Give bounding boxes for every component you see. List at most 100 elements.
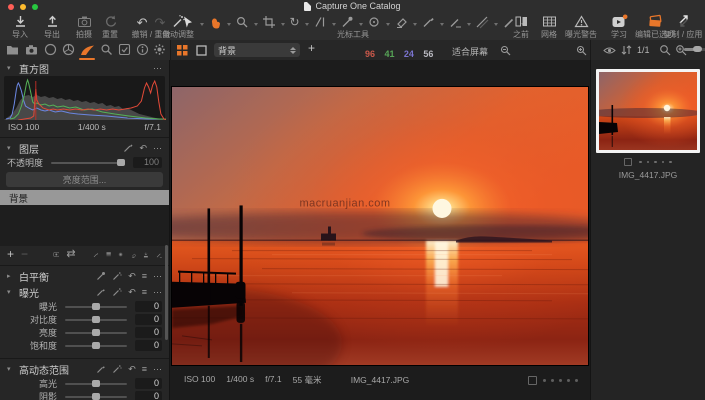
eyedropper-tool[interactable]: [340, 15, 354, 29]
hdr-reset-icon[interactable]: ↶: [128, 365, 136, 374]
wb-presets-icon[interactable]: ≡: [142, 272, 147, 281]
exposure-header[interactable]: ▾ 曝光 ↶ ≡ ···: [0, 284, 169, 300]
zoom-in-icon[interactable]: [576, 45, 587, 56]
reset-button[interactable]: 重置: [96, 14, 124, 39]
capture-button[interactable]: 拍摄: [70, 14, 98, 39]
opacity-value[interactable]: 100: [133, 157, 162, 168]
hdr-brush-icon[interactable]: [96, 364, 106, 374]
exposure-more-icon[interactable]: ···: [153, 288, 162, 297]
export-button[interactable]: 导出: [38, 14, 66, 39]
exposure-slider-handle[interactable]: [92, 303, 100, 310]
layers-brush-icon[interactable]: [123, 143, 133, 153]
single-view-icon[interactable]: [196, 45, 207, 56]
opacity-slider-handle[interactable]: [117, 159, 125, 166]
brightness-slider[interactable]: [65, 332, 127, 334]
thumbnail-star-rating[interactable]: [639, 161, 672, 164]
before-after-button[interactable]: 之前: [508, 14, 534, 39]
layer-row-background[interactable]: 背景: [0, 190, 169, 205]
rotate-tool[interactable]: ↻: [289, 16, 299, 29]
crop-tool-caret[interactable]: [281, 23, 285, 26]
tab-details-loupe-icon[interactable]: [100, 43, 113, 56]
exposure-auto-icon[interactable]: [112, 287, 122, 297]
layers-collapse-icon[interactable]: ▾: [7, 144, 14, 152]
histogram-header[interactable]: ▾ 直方图 ···: [0, 60, 169, 76]
hdr-collapse-icon[interactable]: ▾: [7, 365, 14, 373]
exposure-warning-button[interactable]: 曝光警告: [560, 14, 602, 39]
add-layer-button[interactable]: +: [7, 248, 14, 261]
rotate-tool-caret[interactable]: [305, 23, 309, 26]
spot-removal-tool[interactable]: [367, 15, 381, 29]
zoom-out-icon[interactable]: [500, 45, 511, 56]
brightness-slider-handle[interactable]: [92, 329, 100, 336]
wb-more-icon[interactable]: ···: [153, 272, 162, 281]
tab-library-folder-icon[interactable]: [6, 44, 19, 56]
loupe-tool-caret[interactable]: [254, 23, 258, 26]
shadows-value[interactable]: 0: [135, 391, 162, 400]
layers-header[interactable]: ▾ 图层 ↶ ···: [0, 140, 169, 156]
draw-mask-icon[interactable]: [93, 249, 99, 261]
photo-image[interactable]: macruanjian.com: [172, 87, 588, 365]
highlights-value[interactable]: 0: [135, 378, 162, 389]
multi-view-icon[interactable]: [177, 45, 188, 56]
fill-mask-icon[interactable]: [143, 249, 149, 261]
erase-mask-icon[interactable]: [131, 249, 137, 261]
highlights-slider[interactable]: [65, 383, 127, 385]
gradient-mask-tool-caret[interactable]: [494, 23, 498, 26]
hdr-more-icon[interactable]: ···: [153, 365, 162, 374]
panel-scrollbar[interactable]: [165, 245, 168, 340]
erase-mask-tool[interactable]: [448, 15, 462, 29]
grid-button[interactable]: 网格: [536, 14, 562, 39]
radial-mask-icon[interactable]: [118, 249, 123, 260]
histogram-collapse-icon[interactable]: ▾: [7, 64, 14, 72]
straighten-tool-caret[interactable]: [332, 23, 336, 26]
hdr-header[interactable]: ▾ 高动态范围 ↶ ≡ ···: [0, 361, 169, 377]
learn-button[interactable]: 学习: [606, 14, 632, 39]
copy-apply-button[interactable]: 复制 / 应用: [662, 14, 704, 39]
contrast-slider-handle[interactable]: [92, 316, 100, 323]
shadows-slider[interactable]: [65, 396, 127, 398]
eyedropper-tool-caret[interactable]: [359, 23, 363, 26]
saturation-slider-handle[interactable]: [92, 342, 100, 349]
highlights-slider-handle[interactable]: [92, 380, 100, 387]
browser-search-icon[interactable]: [659, 44, 671, 56]
fit-screen-label[interactable]: 适合屏幕: [452, 45, 488, 58]
erase-mask-tool-caret[interactable]: [467, 23, 471, 26]
contrast-value[interactable]: 0: [135, 314, 162, 325]
thumbnail-selected[interactable]: [596, 69, 700, 153]
exposure-slider[interactable]: [65, 306, 127, 308]
tab-lens-icon[interactable]: [44, 43, 57, 56]
browser-zoom-icon[interactable]: [675, 44, 687, 56]
viewer-layer-select[interactable]: 背景: [214, 43, 300, 57]
draw-mask-tool[interactable]: [421, 15, 435, 29]
straighten-tool[interactable]: [313, 15, 327, 29]
gradient-mask-icon[interactable]: [106, 249, 111, 260]
hdr-presets-icon[interactable]: ≡: [142, 365, 147, 374]
show-mask-icon[interactable]: [53, 249, 60, 260]
tab-adjustments-icon[interactable]: [80, 44, 95, 56]
remove-layer-button[interactable]: −: [21, 248, 28, 261]
saturation-value[interactable]: 0: [135, 340, 162, 351]
pan-tool-caret[interactable]: [227, 23, 231, 26]
tab-color-wheel-icon[interactable]: [62, 43, 75, 56]
contrast-slider[interactable]: [65, 319, 127, 321]
exposure-brush-icon[interactable]: [96, 287, 106, 297]
wb-reset-icon[interactable]: ↶: [128, 272, 136, 281]
exposure-reset-icon[interactable]: ↶: [128, 288, 136, 297]
wb-auto-icon[interactable]: [112, 271, 122, 281]
exposure-collapse-icon[interactable]: ▾: [7, 288, 14, 296]
brightness-value[interactable]: 0: [135, 327, 162, 338]
browser-filter-eye-icon[interactable]: [603, 45, 616, 56]
clear-mask-icon[interactable]: [156, 249, 162, 261]
eraser-tool[interactable]: [394, 15, 408, 29]
select-tool[interactable]: [181, 15, 195, 29]
tab-settings-gear-icon[interactable]: [153, 43, 166, 56]
hdr-auto-icon[interactable]: [112, 364, 122, 374]
exposure-value[interactable]: 0: [135, 301, 162, 312]
gradient-mask-tool[interactable]: [475, 15, 489, 29]
tab-info-icon[interactable]: [136, 43, 149, 56]
tab-metadata-check-icon[interactable]: [118, 43, 131, 56]
luma-range-button[interactable]: 亮度范围...: [6, 172, 163, 187]
layers-more-icon[interactable]: ···: [153, 144, 162, 153]
add-clone-layer-button[interactable]: +: [308, 42, 315, 55]
thumbnail-pick-checkbox[interactable]: [624, 158, 632, 166]
